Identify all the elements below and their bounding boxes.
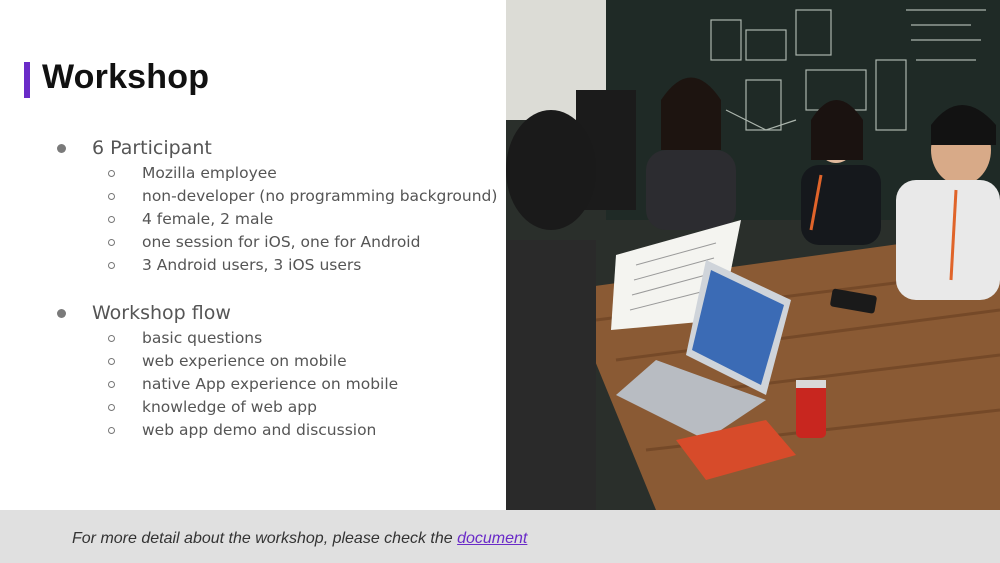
list-item-text: Mozilla employee <box>142 164 277 182</box>
list-item-text: web experience on mobile <box>142 352 347 370</box>
bullet-circle <box>108 238 115 246</box>
list-item-text: non-developer (no programming background… <box>142 187 498 205</box>
list-item: 3 Android users, 3 iOS users <box>108 256 361 274</box>
list-item-text: 3 Android users, 3 iOS users <box>142 256 362 274</box>
list-item: web experience on mobile <box>108 352 347 370</box>
list-item-text: one session for iOS, one for Android <box>142 233 421 251</box>
list-item: Mozilla employee <box>108 164 277 182</box>
list-item-text: native App experience on mobile <box>142 375 399 393</box>
list-item-text: 4 female, 2 male <box>142 210 274 228</box>
bullet-circle <box>108 380 115 388</box>
bullet-circle <box>108 357 115 365</box>
bullet-circle <box>108 403 115 411</box>
bullet-circle <box>108 215 115 223</box>
bullet-dot <box>57 308 66 318</box>
bullet-circle <box>108 261 115 269</box>
list-item-text: knowledge of web app <box>142 398 317 416</box>
footer-message: For more detail about the workshop, plea… <box>72 530 458 547</box>
list-item: 4 female, 2 male <box>108 210 273 228</box>
workshop-photo <box>506 0 1000 510</box>
footer-text: For more detail about the workshop, plea… <box>72 530 527 548</box>
slide: Workshop 6 Participant Mozilla employee … <box>0 0 1000 510</box>
section-label: 6 Participant <box>92 137 212 159</box>
bullet-circle <box>108 169 115 177</box>
section-workshop-flow: Workshop flow <box>57 302 231 324</box>
list-item: native App experience on mobile <box>108 375 398 393</box>
list-item: web app demo and discussion <box>108 421 376 439</box>
document-link[interactable]: document <box>457 530 527 547</box>
title-accent-bar <box>24 62 30 98</box>
list-item: knowledge of web app <box>108 398 317 416</box>
list-item: basic questions <box>108 329 262 347</box>
bullet-dot <box>57 143 66 153</box>
slide-title: Workshop <box>42 58 210 96</box>
list-item-text: web app demo and discussion <box>142 421 377 439</box>
section-participants: 6 Participant <box>57 137 212 159</box>
bullet-circle <box>108 334 115 342</box>
list-item: one session for iOS, one for Android <box>108 233 420 251</box>
bullet-circle <box>108 426 115 434</box>
bullet-circle <box>108 192 115 200</box>
footer: For more detail about the workshop, plea… <box>0 510 1000 563</box>
section-label: Workshop flow <box>92 302 231 324</box>
list-item-text: basic questions <box>142 329 263 347</box>
list-item: non-developer (no programming background… <box>108 187 497 205</box>
